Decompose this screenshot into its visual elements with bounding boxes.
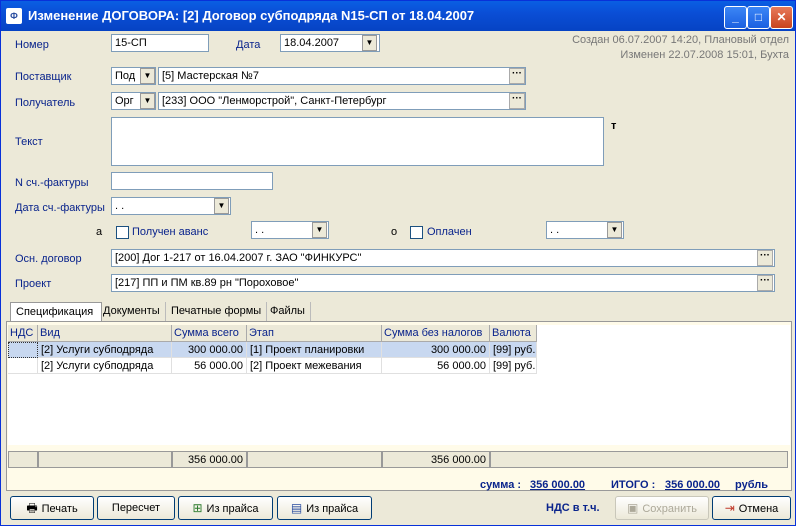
avans-label: Получен аванс: [132, 226, 209, 238]
postavshik-input[interactable]: [5] Мастерская №7: [158, 67, 526, 85]
save-icon: ▣: [626, 501, 639, 515]
window-title: Изменение ДОГОВОРА: [2] Договор субподря…: [28, 8, 475, 23]
a-marker: а: [96, 226, 103, 238]
o-marker: о: [391, 226, 398, 238]
footer-bez-nalogov: 356 000.00: [382, 451, 490, 468]
footer-cell-rest: [490, 451, 788, 468]
maximize-button[interactable]: □: [747, 6, 770, 29]
summa-value: 356 000.00: [530, 479, 586, 491]
poluchatel-browse-button[interactable]: ···: [509, 93, 525, 109]
save-button-label: Сохранить: [642, 503, 697, 515]
footer-cell-vid: [38, 451, 172, 468]
proekt-browse-button[interactable]: ···: [757, 275, 773, 291]
column-header-etap[interactable]: Этап: [247, 325, 382, 342]
postavshik-type-dropdown-icon[interactable]: ▼: [140, 68, 155, 84]
tekst-label: Текст: [15, 136, 43, 148]
modified-info: Изменен 22.07.2008 15:01, Бухта: [620, 49, 789, 61]
nds-label: НДС в т.ч.: [546, 502, 600, 514]
cell-etap[interactable]: [1] Проект планировки: [247, 342, 382, 358]
postavshik-label: Поставщик: [15, 71, 72, 83]
schet-label: N сч.-фактуры: [15, 177, 89, 189]
recalc-button-label: Пересчет: [111, 502, 161, 514]
osn-input[interactable]: [200] Дог 1-217 от 16.04.2007 г. ЗАО "ФИ…: [111, 249, 775, 267]
proekt-input[interactable]: [217] ПП и ПМ кв.89 рн "Пороховое": [111, 274, 775, 292]
cancel-button[interactable]: ⇥ Отмена: [712, 496, 791, 520]
footer-summa: 356 000.00: [172, 451, 247, 468]
itogo-value: 356 000.00: [665, 479, 721, 491]
column-header-summa[interactable]: Сумма всего: [172, 325, 247, 342]
print-button[interactable]: 🖶 Печать: [10, 496, 94, 520]
oplachen-date-dropdown-icon[interactable]: ▼: [607, 222, 622, 238]
cell-valuta[interactable]: [99] руб.: [490, 358, 537, 374]
data-schet-dropdown-icon[interactable]: ▼: [214, 198, 229, 214]
cell-nds[interactable]: [8, 342, 38, 358]
cell-summa[interactable]: 56 000.00: [172, 358, 247, 374]
itogo-unit: рубль: [735, 479, 768, 491]
printer-icon: 🖶: [26, 501, 38, 515]
cancel-icon: ⇥: [724, 501, 735, 515]
created-info: Создан 06.07.2007 14:20, Плановый отдел: [572, 34, 789, 46]
oplachen-checkbox[interactable]: [410, 226, 423, 239]
main-window: Ф Изменение ДОГОВОРА: [2] Договор субпод…: [0, 0, 796, 526]
tab-documents[interactable]: Документы: [98, 302, 166, 321]
save-button[interactable]: ▣ Сохранить: [615, 496, 709, 520]
column-header-vid[interactable]: Вид: [38, 325, 172, 342]
tab-files[interactable]: Файлы: [265, 302, 311, 321]
cell-valuta[interactable]: [99] руб.: [490, 342, 537, 358]
proekt-label: Проект: [15, 278, 52, 290]
poluchatel-input[interactable]: [233] ООО "Ленморстрой", Санкт-Петербург: [158, 92, 526, 110]
app-icon: Ф: [6, 8, 22, 24]
schet-input[interactable]: [111, 172, 273, 190]
poluchatel-label: Получатель: [15, 97, 76, 109]
title-bar[interactable]: Ф Изменение ДОГОВОРА: [2] Договор субпод…: [1, 1, 795, 31]
osn-browse-button[interactable]: ···: [757, 250, 773, 266]
from-price-button-1[interactable]: ⊞ Из прайса: [178, 496, 273, 520]
tab-print-forms[interactable]: Печатные формы: [166, 302, 268, 321]
tekst-marker: т: [611, 120, 617, 132]
cell-etap[interactable]: [2] Проект межевания: [247, 358, 382, 374]
footer-cell-etap: [247, 451, 382, 468]
summa-label: сумма :: [480, 479, 522, 491]
tekst-textarea[interactable]: [111, 117, 604, 166]
poluchatel-type-dropdown-icon[interactable]: ▼: [140, 93, 155, 109]
cell-vid[interactable]: [2] Услуги субподряда: [38, 342, 172, 358]
cell-vid[interactable]: [2] Услуги субподряда: [38, 358, 172, 374]
add-from-price-icon: ⊞: [192, 501, 203, 515]
cell-summa[interactable]: 300 000.00: [172, 342, 247, 358]
cell-nds[interactable]: [8, 358, 38, 374]
minimize-button[interactable]: _: [724, 6, 747, 29]
price-document-icon: ▤: [290, 501, 303, 515]
avans-checkbox[interactable]: [116, 226, 129, 239]
itogo-label: ИТОГО :: [611, 479, 656, 491]
column-header-valuta[interactable]: Валюта: [490, 325, 537, 342]
print-button-label: Печать: [41, 503, 78, 515]
tab-specification[interactable]: Спецификация: [10, 302, 102, 322]
data-schet-input[interactable]: . .: [111, 197, 231, 215]
from-price-button-2-label: Из прайса: [306, 503, 359, 515]
avans-date-dropdown-icon[interactable]: ▼: [312, 222, 327, 238]
osn-label: Осн. договор: [15, 253, 82, 265]
postavshik-browse-button[interactable]: ···: [509, 68, 525, 84]
from-price-button-1-label: Из прайса: [206, 503, 259, 515]
cancel-button-label: Отмена: [738, 503, 779, 515]
recalc-button[interactable]: Пересчет: [97, 496, 175, 520]
close-button[interactable]: ✕: [770, 6, 793, 29]
column-header-nds[interactable]: НДС: [8, 325, 38, 342]
nomer-input[interactable]: 15-СП: [111, 34, 209, 52]
data-schet-label: Дата сч.-фактуры: [15, 202, 105, 214]
data-label: Дата: [236, 39, 261, 51]
cell-bez-nalogov[interactable]: 300 000.00: [382, 342, 490, 358]
footer-cell-nds: [8, 451, 38, 468]
specification-table[interactable]: НДС Вид Сумма всего Этап Сумма без налог…: [8, 325, 790, 445]
oplachen-label: Оплачен: [427, 226, 472, 238]
cell-bez-nalogov[interactable]: 56 000.00: [382, 358, 490, 374]
column-header-bez-nalogov[interactable]: Сумма без налогов: [382, 325, 490, 342]
from-price-button-2[interactable]: ▤ Из прайса: [277, 496, 372, 520]
nomer-label: Номер: [15, 39, 49, 51]
data-dropdown-icon[interactable]: ▼: [362, 35, 377, 51]
